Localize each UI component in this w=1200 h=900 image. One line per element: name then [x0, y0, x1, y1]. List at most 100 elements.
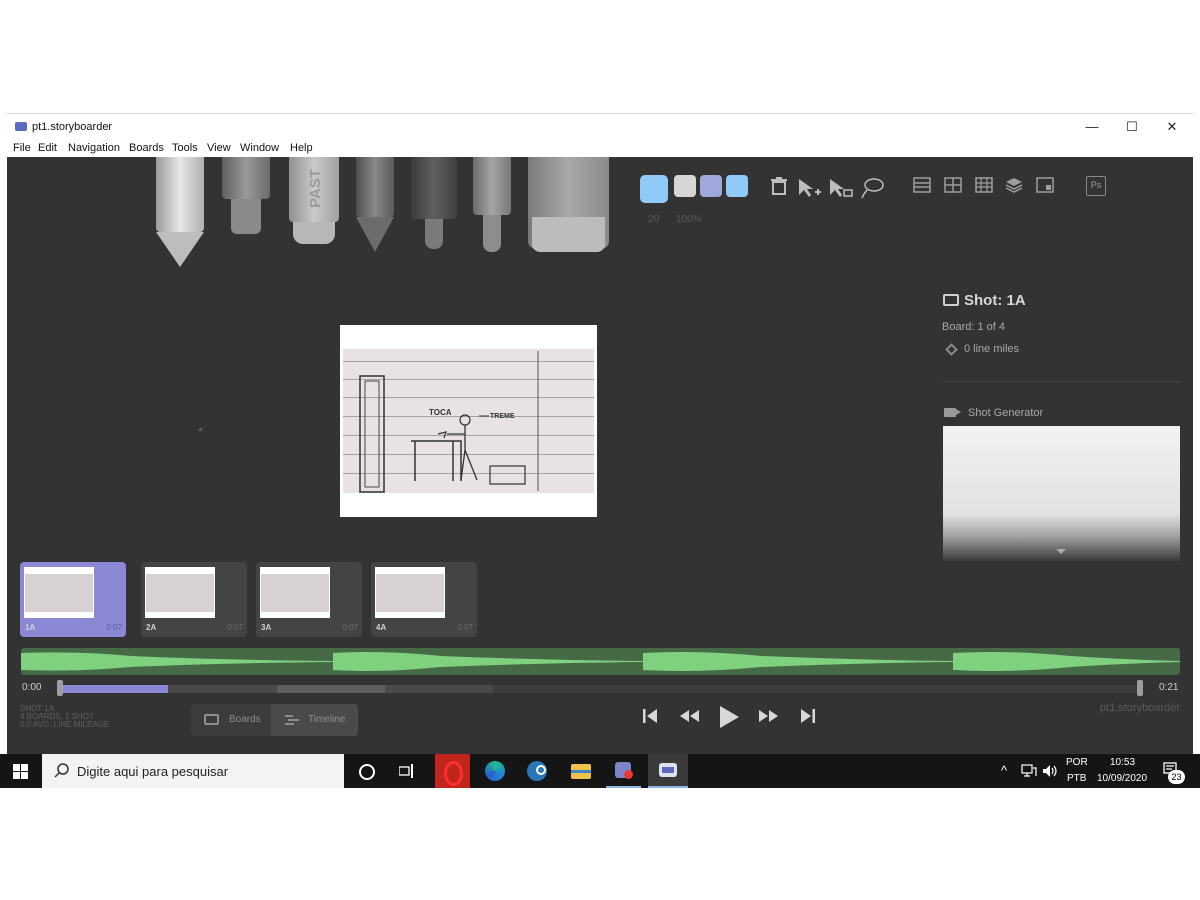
info-line-3: 0.0 AVG. LINE MILEAGE [20, 720, 110, 729]
menu-file[interactable]: File [13, 142, 31, 154]
camera-icon [944, 408, 961, 417]
storyboarder-app-icon [15, 122, 27, 131]
taskbar-search-box[interactable]: Digite aqui para pesquisar [42, 754, 344, 788]
board-thumbnail[interactable]: 1A 0:07 [20, 562, 126, 637]
color-swatch-3[interactable] [700, 175, 722, 197]
board-duration: 0:07 [342, 623, 358, 632]
edge-icon[interactable] [478, 754, 513, 788]
app-icon-running[interactable] [606, 754, 641, 788]
timeline-segment [168, 685, 277, 693]
keyboard-layout[interactable]: PTB [1067, 773, 1086, 784]
window-title: pt1.storyboarder [32, 121, 113, 133]
app-window: pt1.storyboarder — ☐ ✕ File Edit Navigat… [7, 113, 1193, 788]
grid3-icon[interactable] [975, 177, 993, 198]
cortana-icon[interactable] [348, 754, 383, 788]
tray-chevron-icon[interactable]: ^ [1001, 763, 1007, 778]
scrub-start-handle[interactable] [57, 680, 63, 696]
boards-icon [204, 714, 219, 725]
clock-date[interactable]: 10/09/2020 [1097, 773, 1147, 784]
timeline-scrubber[interactable] [60, 685, 1140, 693]
network-icon[interactable] [1021, 764, 1037, 778]
menu-view[interactable]: View [207, 142, 231, 154]
thumbnail-image [145, 567, 215, 618]
trash-icon[interactable] [770, 177, 788, 200]
brush-size-value[interactable]: 20 [648, 214, 659, 225]
fast-forward-button[interactable] [756, 707, 780, 730]
panel-divider [942, 381, 1180, 382]
timeline-segment [277, 685, 385, 693]
thumbnail-image [260, 567, 330, 618]
windows-taskbar: Digite aqui para pesquisar ^ POR PTB 10:… [0, 754, 1200, 788]
play-icon [720, 706, 739, 728]
select-add-icon[interactable] [797, 177, 823, 204]
sketch-image: TOCA TREME [343, 349, 594, 493]
boards-mode-label: Boards [229, 714, 261, 725]
drawing-canvas[interactable]: TOCA TREME [340, 325, 597, 517]
menu-edit[interactable]: Edit [38, 142, 57, 154]
view-mode-toggle: Boards Timeline [191, 704, 358, 736]
go-to-start-button[interactable] [641, 707, 659, 730]
rewind-button[interactable] [678, 707, 702, 730]
board-thumbnail[interactable]: 2A 0:07 [141, 562, 247, 637]
board-duration: 0:07 [227, 623, 243, 632]
sketch-label-left: TOCA [429, 408, 452, 417]
menu-navigation[interactable]: Navigation [68, 142, 120, 154]
fast-forward-icon [759, 710, 778, 722]
shot-info: SHOT 1A 4 BOARDS, 1 SHOT 0.0 AVG. LINE M… [20, 705, 109, 729]
close-button[interactable]: ✕ [1157, 118, 1187, 136]
minimize-button[interactable]: — [1077, 118, 1107, 136]
thumbnail-image [375, 567, 445, 618]
shot-generator-label[interactable]: Shot Generator [968, 407, 1043, 419]
play-button[interactable] [718, 705, 740, 734]
color-swatch-4[interactable] [726, 175, 748, 197]
color-swatch-1[interactable] [640, 175, 668, 203]
go-to-end-button[interactable] [799, 707, 817, 730]
language-indicator[interactable]: POR [1066, 757, 1088, 768]
maximize-button[interactable]: ☐ [1117, 118, 1147, 136]
audio-waveform[interactable] [21, 648, 1180, 675]
rewind-icon [680, 710, 699, 722]
brush-opacity-value[interactable]: 100% [676, 214, 702, 225]
task-view-icon[interactable] [390, 754, 425, 788]
time-end: 0:21 [1159, 682, 1179, 693]
shot-icon [943, 294, 959, 306]
title-bar: pt1.storyboarder — ☐ ✕ [7, 113, 1193, 141]
storyboarder-taskbar-icon[interactable] [648, 754, 688, 788]
board-thumbnail[interactable]: 4A 0:07 [371, 562, 477, 637]
board-duration: 0:07 [106, 623, 122, 632]
shot-title: Shot: 1A [964, 292, 1026, 309]
shot-generator-preview[interactable] [943, 426, 1180, 561]
photoshop-icon[interactable]: Ps [1086, 176, 1106, 196]
pastel-label: PAST [307, 169, 324, 208]
board-duration: 0:07 [457, 623, 473, 632]
notification-count-badge: 23 [1168, 770, 1185, 784]
lasso-icon[interactable] [859, 177, 885, 204]
file-explorer-icon[interactable] [563, 754, 598, 788]
board-thumbnail[interactable]: 3A 0:07 [256, 562, 362, 637]
windows-start-button[interactable] [13, 764, 28, 779]
opera-icon[interactable] [435, 754, 470, 788]
boards-mode-button[interactable]: Boards [191, 704, 271, 736]
menu-window[interactable]: Window [240, 142, 279, 154]
color-swatch-2[interactable] [674, 175, 696, 197]
skip-back-icon [643, 709, 657, 723]
line-miles-icon [945, 343, 958, 356]
timeline-icon [285, 715, 299, 725]
layers-icon[interactable] [1005, 177, 1023, 198]
main-content: PAST 20 100% Ps TOCA TREME Shot: 1A Boar… [7, 157, 1193, 788]
volume-icon[interactable] [1042, 764, 1058, 778]
scrub-end-handle[interactable] [1137, 680, 1143, 696]
steam-icon[interactable] [520, 754, 555, 788]
timeline-mode-button[interactable]: Timeline [271, 704, 358, 736]
menu-help[interactable]: Help [290, 142, 313, 154]
clock-time[interactable]: 10:53 [1110, 757, 1135, 768]
thumbnail-image [24, 567, 94, 618]
playhead-progress [60, 685, 168, 693]
layout-icon-1[interactable] [913, 177, 931, 198]
chevron-down-icon[interactable] [1056, 549, 1066, 554]
grid-icon[interactable] [944, 177, 962, 198]
aspect-icon[interactable] [1036, 177, 1054, 198]
menu-boards[interactable]: Boards [129, 142, 164, 154]
select-replace-icon[interactable] [828, 177, 854, 204]
menu-tools[interactable]: Tools [172, 142, 198, 154]
